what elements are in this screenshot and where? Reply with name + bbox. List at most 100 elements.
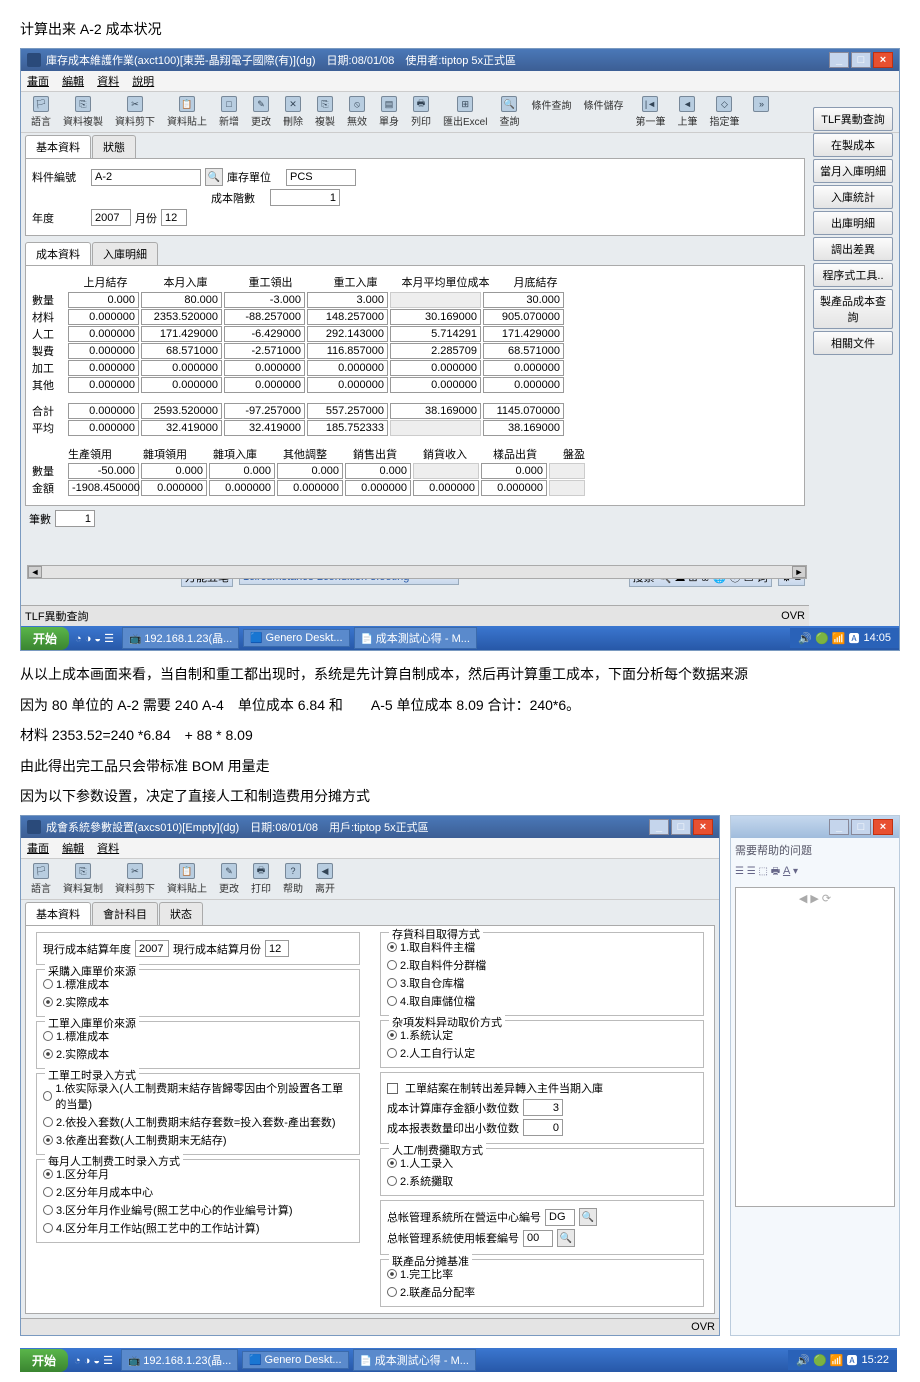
tb-query[interactable]: 🔍查詢 [493,94,525,130]
close2[interactable]: × [873,819,893,835]
radio-j2[interactable]: 2.联產品分配率 [387,1284,697,1300]
task-ip[interactable]: 📺 192.168.1.23(晶... [122,627,239,649]
tray[interactable]: 🔊 🟢 📶 🅰 14:05 [790,628,899,648]
task-genero2[interactable]: 🟦 Genero Deskt... [242,1351,348,1369]
input-dec1[interactable] [523,1099,563,1116]
input-pagecount[interactable] [55,510,95,527]
radio-m2[interactable]: 2.区分年月成本中心 [43,1184,353,1200]
tab-status2[interactable]: 狀态 [159,902,203,925]
tb-void[interactable]: ⦸無效 [341,94,373,130]
side-file[interactable]: 相關文件 [813,331,893,355]
task-ip2[interactable]: 📺 192.168.1.23(晶... [121,1349,238,1371]
checkbox-wip[interactable] [387,1083,398,1094]
input-dec2[interactable] [523,1119,563,1136]
tb-print[interactable]: 🖶列印 [405,94,437,130]
tb-edit[interactable]: ✎更改 [213,861,245,897]
tb-curr[interactable]: ◇指定筆 [703,94,745,130]
side-in[interactable]: 當月入庫明細 [813,159,893,183]
tb-exit[interactable]: ◀离开 [309,861,341,897]
tb-csave[interactable]: 條件儲存 [577,94,629,130]
radio-h1[interactable]: 1.依实际录入(人工制费期末結存皆歸零因由个別設置各工單的当量) [43,1080,353,1112]
scroll-left-icon[interactable]: ◄ [28,566,42,578]
start-button2[interactable]: 开始 [20,1349,68,1372]
input-year[interactable] [91,209,131,226]
tb-lang[interactable]: 🏳語言 [25,861,57,897]
radio-h3[interactable]: 3.依產出套数(人工制费期末无結存) [43,1132,353,1148]
tb-copy[interactable]: ⎘資料複製 [57,94,109,130]
max2[interactable]: □ [851,819,871,835]
tb-cquery[interactable]: 條件查詢 [525,94,577,130]
side-out[interactable]: 出庫明細 [813,211,893,235]
tb-new[interactable]: □新增 [213,94,245,130]
maximize-button[interactable]: □ [671,819,691,835]
side-wip[interactable]: 在製成本 [813,133,893,157]
tb-lang[interactable]: 🏳語言 [25,94,57,130]
radio-a2[interactable]: 2.取自料件分群檔 [387,957,697,973]
tab-basic[interactable]: 基本資料 [25,135,91,158]
tb-detail[interactable]: ▤單身 [373,94,405,130]
tab-basic2[interactable]: 基本資料 [25,902,91,925]
side-tlf[interactable]: TLF異動查詢 [813,107,893,131]
input-step[interactable] [270,189,340,206]
radio-l2[interactable]: 2.系統攤取 [387,1173,697,1189]
task-genero[interactable]: 🟦 Genero Deskt... [243,629,349,647]
tab-acct[interactable]: 會計科目 [92,902,158,925]
scroll-right-icon[interactable]: ► [792,566,806,578]
radio-act2[interactable]: 2.实際成本 [43,1046,353,1062]
tb-edit[interactable]: ✎更改 [245,94,277,130]
menu-edit[interactable]: 編輯 [62,76,84,88]
side-tool[interactable]: 程序式工具.. [813,263,893,287]
radio-s2[interactable]: 2.人工自行认定 [387,1045,697,1061]
close-button[interactable]: × [873,52,893,68]
input-book[interactable] [523,1230,553,1247]
input-plant[interactable] [545,1209,575,1226]
input-year2[interactable] [135,940,169,957]
menu-data[interactable]: 資料 [97,843,119,855]
side-prod[interactable]: 製產品成本查詢 [813,289,893,329]
side-instat[interactable]: 入庫統計 [813,185,893,209]
min2[interactable]: _ [829,819,849,835]
radio-act[interactable]: 2.实際成本 [43,994,353,1010]
tb-help[interactable]: ?帮助 [277,861,309,897]
tb-excel[interactable]: ⊞匯出Excel [437,94,493,130]
minimize-button[interactable]: _ [829,52,849,68]
side-diff[interactable]: 調出差異 [813,237,893,261]
lookup-icon[interactable]: 🔍 [579,1208,597,1226]
tb-paste[interactable]: 📋資料貼上 [161,861,213,897]
tb-print[interactable]: 🖶打印 [245,861,277,897]
input-month[interactable] [161,209,187,226]
menu-help[interactable]: 說明 [132,76,154,88]
start-button[interactable]: 开始 [21,627,69,650]
radio-m3[interactable]: 3.区分年月作业編号(照工艺中心的作业編号计算) [43,1202,353,1218]
menu-data[interactable]: 資料 [97,76,119,88]
tray2[interactable]: 🔊 🟢 📶 🅰 15:22 [788,1350,897,1370]
tb-cut[interactable]: ✂資料剪下 [109,861,161,897]
tb-delete[interactable]: ✕刪除 [277,94,309,130]
radio-h2[interactable]: 2.依投入套数(人工制费期末結存套数=投入套数-產出套数) [43,1114,353,1130]
lookup-part-icon[interactable]: 🔍 [205,168,223,186]
tb-more[interactable]: » [745,94,777,130]
input-month2[interactable] [265,940,289,957]
input-part[interactable] [91,169,201,186]
task-word2[interactable]: 📄 成本測試心得 - M... [353,1349,476,1371]
tb-first[interactable]: |◄第一筆 [629,94,671,130]
tb-paste[interactable]: 📋資料貼上 [161,94,213,130]
tab-status[interactable]: 狀態 [92,135,136,158]
menu-edit[interactable]: 編輯 [62,843,84,855]
input-loc[interactable] [286,169,356,186]
tb-prev[interactable]: ◄上筆 [671,94,703,130]
tab-cost[interactable]: 成本資料 [25,242,91,265]
task-word[interactable]: 📄 成本測試心得 - M... [354,627,477,649]
radio-m4[interactable]: 4.区分年月工作站(照工艺中的工作站计算) [43,1220,353,1236]
radio-a3[interactable]: 3.取自仓库檔 [387,975,697,991]
menu-screen[interactable]: 畫面 [27,843,49,855]
close-button[interactable]: × [693,819,713,835]
maximize-button[interactable]: □ [851,52,871,68]
tb-copy[interactable]: ⎘資料复制 [57,861,109,897]
minimize-button[interactable]: _ [649,819,669,835]
tab-indetail[interactable]: 入庫明細 [92,242,158,265]
lookup-icon[interactable]: 🔍 [557,1229,575,1247]
radio-a4[interactable]: 4.取自庫儲位檔 [387,993,697,1009]
tb-cut[interactable]: ✂資料剪下 [109,94,161,130]
hscroll[interactable]: ◄► [27,565,807,579]
